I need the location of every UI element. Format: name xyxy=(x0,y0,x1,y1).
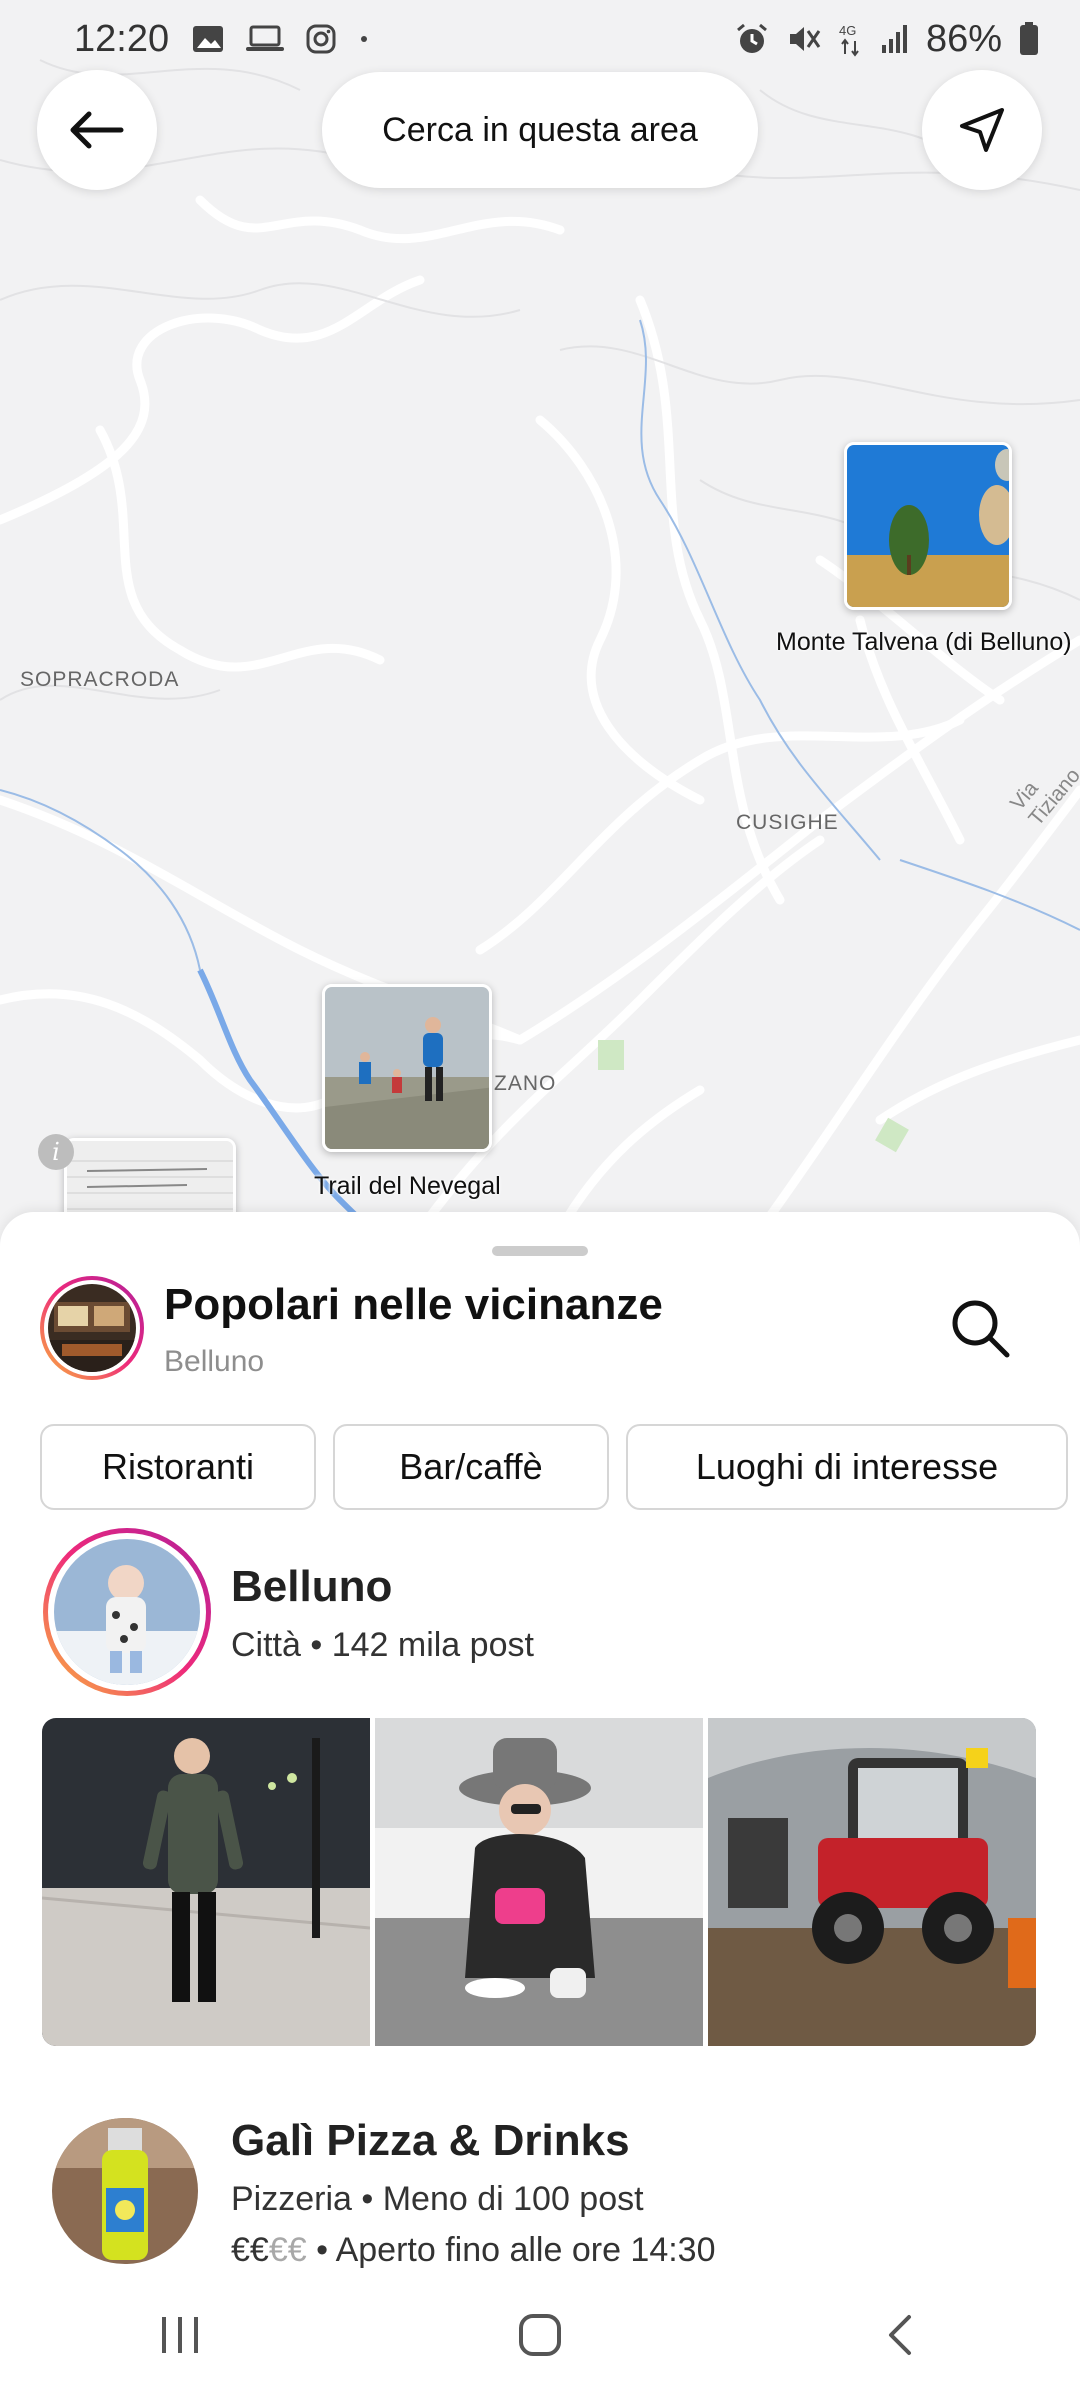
photo-woman-coffee xyxy=(375,1718,703,2046)
result-item-belluno[interactable]: Belluno Città • 142 mila post xyxy=(40,1526,1040,1696)
arrow-left-icon xyxy=(70,111,124,149)
map-pin-monte-talvena[interactable] xyxy=(844,442,1012,610)
gallery-icon xyxy=(193,26,224,52)
signal-icon xyxy=(881,25,907,53)
map-label-cusighe: CUSIGHE xyxy=(736,811,839,834)
current-location-button[interactable] xyxy=(922,70,1042,190)
navigation-arrow-icon xyxy=(960,108,1004,152)
filter-chip-luoghi-di-interesse[interactable]: Luoghi di interesse xyxy=(626,1424,1068,1510)
status-notification-icons xyxy=(191,23,371,55)
home-button[interactable] xyxy=(500,2295,580,2375)
search-icon xyxy=(952,1300,1010,1358)
map-pin-caption-monte-talvena: Monte Talvena (di Belluno) xyxy=(776,628,1072,656)
map-label-zano: ZANO xyxy=(494,1072,557,1095)
map-label-sopracroda: SOPRACRODA xyxy=(20,668,180,691)
system-back-button[interactable] xyxy=(860,2295,940,2375)
result-avatar xyxy=(43,1528,211,1696)
more-notifications-icon xyxy=(361,36,368,42)
photo-tractor xyxy=(708,1718,1036,2046)
result-meta: Pizzeria • Meno di 100 post xyxy=(231,2180,644,2218)
result-avatar xyxy=(52,2118,198,2264)
filter-chip-ristoranti[interactable]: Ristoranti xyxy=(40,1424,316,1510)
opening-hours: • Aperto fino alle ore 14:30 xyxy=(306,2231,716,2269)
price-level-inactive: €€ xyxy=(268,2231,307,2269)
status-bar: 12:20 4G 86% xyxy=(0,0,1080,78)
battery-icon xyxy=(1020,22,1038,55)
filter-chip-bar-caffe[interactable]: Bar/caffè xyxy=(333,1424,609,1510)
home-icon xyxy=(519,2314,561,2356)
info-icon[interactable]: i xyxy=(38,1134,74,1170)
grid-photo-tractor[interactable] xyxy=(708,1718,1036,2046)
map-pin-trail-nevegal[interactable] xyxy=(322,984,492,1152)
search-this-area-button[interactable]: Cerca in questa area xyxy=(322,72,758,188)
sheet-title: Popolari nelle vicinanze xyxy=(164,1280,663,1329)
filter-chip-label: Luoghi di interesse xyxy=(695,1446,999,1487)
sheet-subtitle: Belluno xyxy=(164,1345,265,1378)
pin-photo-runners xyxy=(325,987,489,1149)
price-level-active: €€ xyxy=(231,2231,269,2269)
result-item-gali-pizza[interactable]: Galì Pizza & Drinks Pizzeria • Meno di 1… xyxy=(40,2110,1040,2270)
grid-photo-woman-coffee[interactable] xyxy=(375,1718,703,2046)
back-button[interactable] xyxy=(37,70,157,190)
search-button[interactable] xyxy=(948,1296,1012,1360)
mute-icon xyxy=(789,27,821,51)
filter-chip-label: Bar/caffè xyxy=(399,1446,543,1487)
nearby-header-avatar xyxy=(40,1276,144,1380)
instagram-icon xyxy=(306,24,336,54)
result-price-hours: €€€€ • Aperto fino alle ore 14:30 xyxy=(231,2231,716,2270)
chevron-left-icon xyxy=(889,2315,911,2355)
search-this-area-label: Cerca in questa area xyxy=(382,110,698,149)
svg-text:4G: 4G xyxy=(839,23,856,38)
network-4g-icon: 4G xyxy=(839,23,859,57)
result-meta: Città • 142 mila post xyxy=(231,1626,534,1664)
bottle-photo xyxy=(52,2118,198,2264)
child-in-snow-photo xyxy=(54,1539,200,1685)
filter-chip-label: Ristoranti xyxy=(101,1446,255,1487)
result-name: Galì Pizza & Drinks xyxy=(231,2116,630,2165)
recent-apps-icon xyxy=(162,2317,198,2353)
restaurant-photo xyxy=(48,1284,136,1372)
laptop-icon xyxy=(246,25,285,51)
status-time: 12:20 xyxy=(74,17,170,60)
pin-photo-sky xyxy=(847,445,1009,607)
system-navigation-bar xyxy=(0,2270,1080,2400)
grid-photo-man-in-snow[interactable] xyxy=(42,1718,370,2046)
recent-apps-button[interactable] xyxy=(140,2295,220,2375)
result-name: Belluno xyxy=(231,1562,393,1611)
alarm-icon xyxy=(736,23,767,53)
sheet-drag-handle[interactable] xyxy=(492,1246,588,1256)
battery-percent: 86% xyxy=(925,17,1002,60)
map-pin-caption-trail-nevegal: Trail del Nevegal xyxy=(314,1172,501,1200)
photo-man-in-snow xyxy=(42,1718,370,2046)
